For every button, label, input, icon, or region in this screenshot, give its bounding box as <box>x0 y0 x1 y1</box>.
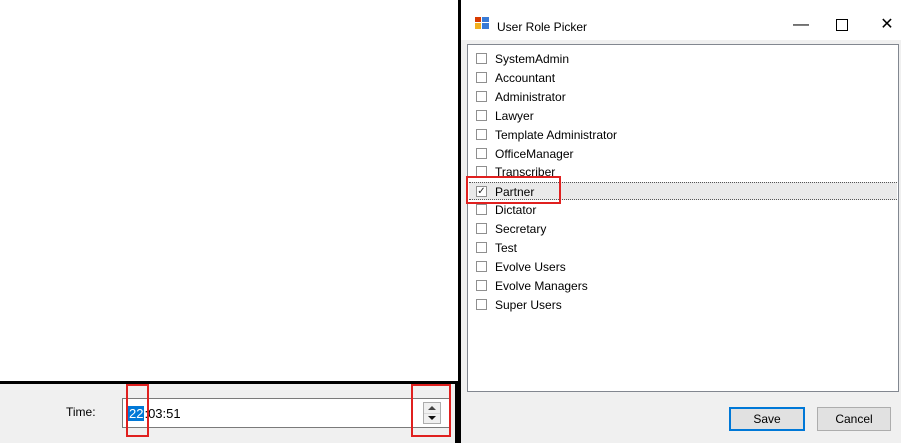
role-row[interactable]: Lawyer <box>469 107 897 125</box>
role-row[interactable]: Super Users <box>469 296 897 314</box>
title-bar: User Role Picker — ✕ <box>461 0 901 40</box>
role-checkbox[interactable] <box>476 53 487 64</box>
role-row[interactable]: SystemAdmin <box>469 50 897 68</box>
maximize-icon <box>836 19 848 31</box>
time-panel: Time: 22:03:51 <box>0 381 458 443</box>
role-checkbox[interactable] <box>476 91 487 102</box>
role-label: Administrator <box>495 90 566 104</box>
time-picker[interactable]: 22:03:51 <box>122 398 450 428</box>
role-row[interactable]: Template Administrator <box>469 126 897 144</box>
role-label: Test <box>495 241 518 255</box>
role-checkbox[interactable] <box>476 223 487 234</box>
role-label: Template Administrator <box>495 128 618 142</box>
minimize-button[interactable]: — <box>786 14 816 36</box>
role-label: Transcriber <box>495 165 556 179</box>
maximize-button[interactable] <box>827 14 857 36</box>
role-label: Super Users <box>495 298 562 312</box>
role-checkbox[interactable] <box>476 242 487 253</box>
role-row[interactable]: Dictator <box>469 201 897 219</box>
role-label: Dictator <box>495 203 537 217</box>
role-row[interactable]: ✓ Partner <box>469 182 897 200</box>
role-checkbox[interactable]: ✓ <box>476 186 487 197</box>
time-value[interactable]: 22:03:51 <box>128 406 181 421</box>
role-checkbox[interactable] <box>476 280 487 291</box>
role-label: Evolve Users <box>495 260 566 274</box>
arrow-down-icon <box>428 416 436 420</box>
role-row[interactable]: Secretary <box>469 220 897 238</box>
role-row[interactable]: Transcriber <box>469 163 897 181</box>
role-label: Evolve Managers <box>495 279 588 293</box>
close-button[interactable]: ✕ <box>872 14 901 36</box>
role-checkbox[interactable] <box>476 204 487 215</box>
window-title: User Role Picker <box>497 20 588 34</box>
role-checkbox[interactable] <box>476 129 487 140</box>
cancel-button[interactable]: Cancel <box>817 407 891 431</box>
user-role-picker-dialog: User Role Picker — ✕ SystemAdmin Accounta… <box>458 0 901 443</box>
role-row[interactable]: OfficeManager <box>469 145 897 163</box>
role-label: OfficeManager <box>495 147 574 161</box>
role-label: Partner <box>495 185 535 199</box>
save-button[interactable]: Save <box>729 407 805 431</box>
role-label: SystemAdmin <box>495 52 570 66</box>
role-checkbox[interactable] <box>476 72 487 83</box>
role-row[interactable]: Accountant <box>469 69 897 87</box>
app-icon <box>475 17 489 29</box>
role-checkbox[interactable] <box>476 148 487 159</box>
role-checkbox[interactable] <box>476 110 487 121</box>
role-label: Accountant <box>495 71 556 85</box>
time-label: Time: <box>66 405 96 419</box>
role-checkbox[interactable] <box>476 261 487 272</box>
arrow-up-icon <box>428 406 436 410</box>
role-row[interactable]: Evolve Users <box>469 258 897 276</box>
spin-down-button[interactable] <box>424 413 440 423</box>
role-checkbox[interactable] <box>476 166 487 177</box>
role-row[interactable]: Administrator <box>469 88 897 106</box>
role-label: Secretary <box>495 222 547 236</box>
role-checkbox[interactable] <box>476 299 487 310</box>
role-label: Lawyer <box>495 109 534 123</box>
role-row[interactable]: Test <box>469 239 897 257</box>
time-hour-segment[interactable]: 22 <box>128 406 145 421</box>
time-spinner[interactable] <box>423 402 441 424</box>
role-row[interactable]: Evolve Managers <box>469 277 897 295</box>
time-rest-segment[interactable]: :03:51 <box>144 406 180 421</box>
role-checklist[interactable]: SystemAdmin Accountant Administrator Lawyer… <box>467 44 899 392</box>
